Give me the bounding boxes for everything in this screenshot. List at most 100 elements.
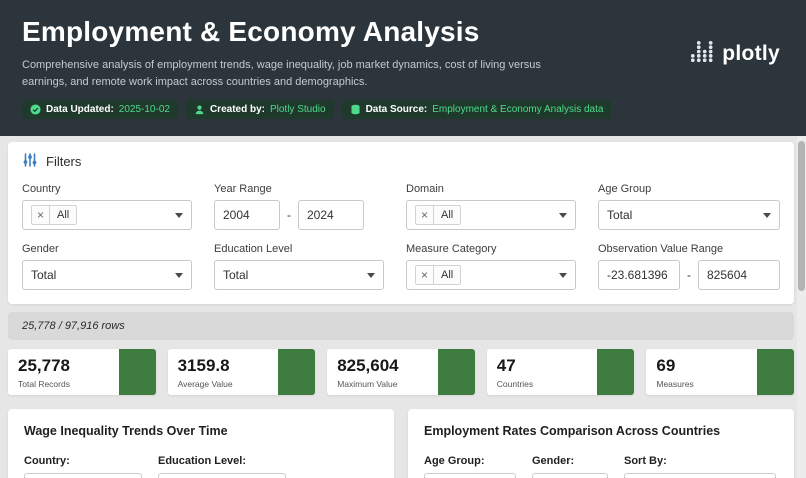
filter-gender: Gender Total (22, 243, 192, 290)
charts-row: Wage Inequality Trends Over Time Country… (8, 409, 794, 478)
country-control-label: Country: (24, 455, 142, 467)
filter-observation-range: Observation Value Range - (598, 243, 780, 290)
stat-accent-block (597, 349, 634, 395)
gender-dropdown[interactable]: Total (22, 260, 192, 290)
country-dropdown[interactable]: × All (22, 200, 192, 230)
year-to-input[interactable] (298, 200, 364, 230)
stat-label: Maximum Value (337, 379, 398, 389)
age-group-dropdown[interactable]: Total (598, 200, 780, 230)
badge-value: 2025-10-02 (119, 105, 170, 115)
chevron-down-icon (175, 213, 183, 218)
age-group-select[interactable]: Total × (424, 473, 516, 478)
header: Employment & Economy Analysis Comprehens… (0, 0, 806, 136)
chart-control-age-group: Age Group: Total × (424, 455, 516, 478)
country-select[interactable]: All Countries × (24, 473, 142, 478)
filters-panel: Filters Country × All Year Range - (8, 142, 794, 304)
chart-control-country: Country: All Countries × (24, 455, 142, 478)
plotly-logo-text: plotly (722, 42, 780, 66)
observation-min-input[interactable] (598, 260, 680, 290)
employment-rates-card: Employment Rates Comparison Across Count… (408, 409, 794, 478)
measure-category-label: Measure Category (406, 243, 576, 255)
chart-title: Employment Rates Comparison Across Count… (424, 424, 778, 438)
range-separator: - (687, 268, 691, 282)
row-count-bar: 25,778 / 97,916 rows (8, 312, 794, 340)
badge-label: Data Source: (366, 105, 428, 115)
education-select[interactable]: Total × (158, 473, 286, 478)
badge-label: Created by: (210, 105, 265, 115)
dashboard-page: Employment & Economy Analysis Comprehens… (0, 0, 806, 478)
check-circle-icon (30, 104, 41, 115)
measure-selected-chip: × All (415, 265, 461, 285)
stat-value: 69 (656, 356, 693, 376)
chevron-down-icon (559, 273, 567, 278)
domain-selected-chip: × All (415, 205, 461, 225)
badge-value: Plotly Studio (270, 105, 326, 115)
chart-control-sort-by: Sort By: Employment Rate (High... × (624, 455, 776, 478)
sort-by-control-label: Sort By: (624, 455, 776, 467)
wage-inequality-card: Wage Inequality Trends Over Time Country… (8, 409, 394, 478)
scrollbar-thumb[interactable] (798, 141, 805, 291)
stat-card-total-records: 25,778 Total Records (8, 349, 156, 395)
stat-accent-block (757, 349, 794, 395)
badge-value: Employment & Economy Analysis data (432, 105, 603, 115)
person-icon (194, 104, 205, 115)
stats-row: 25,778 Total Records 3159.8 Average Valu… (8, 349, 794, 395)
age-group-label: Age Group (598, 183, 780, 195)
stat-card-measures: 69 Measures (646, 349, 794, 395)
filters-title: Filters (46, 154, 81, 169)
education-value: Total (223, 268, 248, 282)
filters-grid: Country × All Year Range - Do (22, 183, 780, 290)
remove-chip-icon[interactable]: × (32, 206, 50, 224)
year-range-label: Year Range (214, 183, 384, 195)
row-count-text: 25,778 / 97,916 rows (22, 320, 125, 332)
stat-label: Total Records (18, 379, 70, 389)
filter-measure-category: Measure Category × All (406, 243, 576, 290)
observation-range-label: Observation Value Range (598, 243, 780, 255)
observation-max-input[interactable] (698, 260, 780, 290)
badge-data-source: Data Source: Employment & Economy Analys… (342, 100, 612, 119)
filter-year-range: Year Range - (214, 183, 384, 230)
remove-chip-icon[interactable]: × (416, 206, 434, 224)
chevron-down-icon (763, 213, 771, 218)
badge-label: Data Updated: (46, 105, 114, 115)
stat-value: 25,778 (18, 356, 70, 376)
remove-chip-icon[interactable]: × (416, 266, 434, 284)
age-group-value: Total (607, 208, 632, 222)
year-from-input[interactable] (214, 200, 280, 230)
chevron-down-icon (175, 273, 183, 278)
stat-accent-block (119, 349, 156, 395)
stat-label: Measures (656, 379, 693, 389)
gender-control-label: Gender: (532, 455, 608, 467)
chevron-down-icon (367, 273, 375, 278)
stat-label: Countries (497, 379, 533, 389)
filters-header: Filters (22, 152, 780, 171)
filter-country: Country × All (22, 183, 192, 230)
chevron-down-icon (559, 213, 567, 218)
domain-dropdown[interactable]: × All (406, 200, 576, 230)
observation-range-control: - (598, 260, 780, 290)
stat-accent-block (278, 349, 315, 395)
stat-label: Average Value (178, 379, 233, 389)
stat-accent-block (438, 349, 475, 395)
chart-control-education: Education Level: Total × (158, 455, 286, 478)
stat-value: 3159.8 (178, 356, 233, 376)
measure-category-dropdown[interactable]: × All (406, 260, 576, 290)
stat-card-countries: 47 Countries (487, 349, 635, 395)
education-control-label: Education Level: (158, 455, 286, 467)
chart-control-gender: Gender: Total × (532, 455, 608, 478)
gender-select[interactable]: Total × (532, 473, 608, 478)
filter-age-group: Age Group Total (598, 183, 780, 230)
gender-label: Gender (22, 243, 192, 255)
sort-by-select[interactable]: Employment Rate (High... × (624, 473, 776, 478)
stat-value: 47 (497, 356, 533, 376)
filter-education: Education Level Total (214, 243, 384, 290)
filters-icon (22, 152, 38, 171)
page-scrollbar[interactable] (797, 136, 806, 478)
plotly-logo-icon (689, 38, 715, 69)
plotly-logo: plotly (689, 38, 780, 69)
chip-label: All (434, 209, 460, 221)
stat-card-average-value: 3159.8 Average Value (168, 349, 316, 395)
badge-created-by: Created by: Plotly Studio (186, 100, 334, 119)
education-dropdown[interactable]: Total (214, 260, 384, 290)
chart-title: Wage Inequality Trends Over Time (24, 424, 378, 438)
